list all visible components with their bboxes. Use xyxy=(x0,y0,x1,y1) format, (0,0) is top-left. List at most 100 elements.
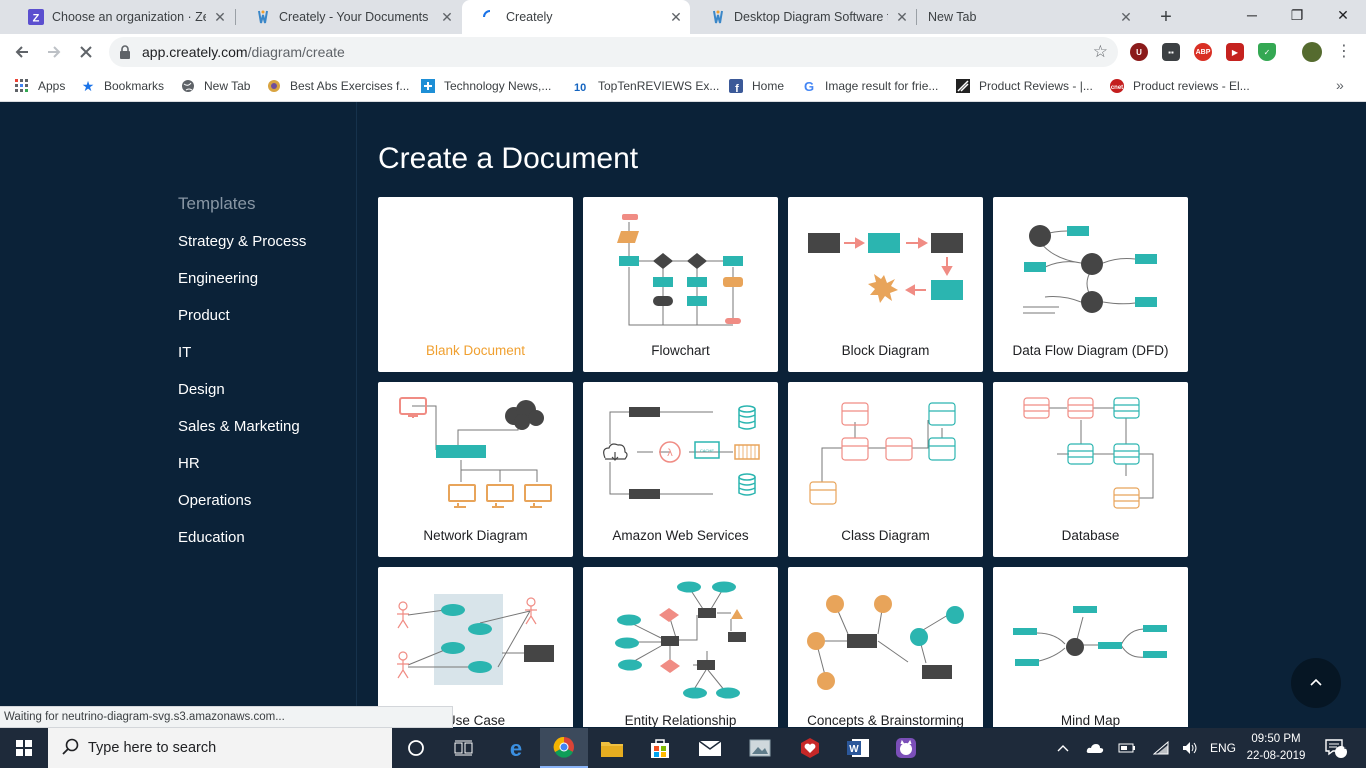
bookmark-new-tab[interactable]: New Tab xyxy=(180,77,250,95)
browser-menu-icon[interactable]: ⋮ xyxy=(1336,43,1352,61)
close-tab-icon[interactable]: ✕ xyxy=(662,9,690,26)
wifi-icon xyxy=(1153,741,1169,755)
volume-tray-icon[interactable] xyxy=(1180,728,1202,768)
taskbar-search-box[interactable]: Type here to search xyxy=(48,728,392,768)
close-tab-icon[interactable]: ✕ xyxy=(1112,9,1140,26)
url-text: app.creately.com/diagram/create xyxy=(142,44,345,60)
svg-text:f: f xyxy=(735,83,739,93)
adblock-plus-icon[interactable]: ABP xyxy=(1194,43,1212,61)
chrome-icon xyxy=(553,736,574,758)
category-hr[interactable]: HR xyxy=(178,455,200,472)
template-card-database[interactable]: Database xyxy=(993,382,1188,557)
taskbar-word[interactable]: W xyxy=(834,728,882,768)
bookmark-technology-news[interactable]: Technology News,... xyxy=(420,77,551,95)
template-card-entity-relationship[interactable]: Entity Relationship xyxy=(583,567,778,727)
zenhub-icon: Z xyxy=(28,9,44,25)
mail-envelope-icon xyxy=(698,740,722,756)
card-label: Concepts & Brainstorming xyxy=(807,713,964,727)
bookmark-bookmarks[interactable]: ★ Bookmarks xyxy=(80,77,164,95)
close-tab-icon[interactable]: ✕ xyxy=(433,9,461,26)
taskbar-store[interactable] xyxy=(636,728,684,768)
video-extension-icon[interactable]: ▶ xyxy=(1226,43,1244,61)
start-button[interactable] xyxy=(0,728,48,768)
new-tab-button[interactable]: + xyxy=(1154,4,1178,30)
database-thumbnail xyxy=(1023,397,1154,509)
minimize-button[interactable]: ─ xyxy=(1229,0,1275,30)
category-product[interactable]: Product xyxy=(178,307,230,324)
onedrive-tray-icon[interactable] xyxy=(1084,728,1106,768)
wifi-tray-icon[interactable] xyxy=(1150,728,1172,768)
category-it[interactable]: IT xyxy=(178,344,191,361)
bookmark-label: Best Abs Exercises f... xyxy=(290,79,410,93)
taskbar-chrome[interactable] xyxy=(540,728,588,768)
template-card-class-diagram[interactable]: Class Diagram xyxy=(788,382,983,557)
category-engineering[interactable]: Engineering xyxy=(178,270,258,287)
address-bar[interactable]: app.creately.com/diagram/create ☆ xyxy=(109,37,1118,67)
show-hidden-icons-button[interactable] xyxy=(1052,728,1074,768)
taskbar-edge[interactable]: e xyxy=(492,728,540,768)
category-strategy-process[interactable]: Strategy & Process xyxy=(178,233,306,250)
template-card-network-diagram[interactable]: Network Diagram xyxy=(378,382,573,557)
tab-title: New Tab xyxy=(928,10,977,24)
category-education[interactable]: Education xyxy=(178,529,245,546)
close-window-button[interactable]: ✕ xyxy=(1320,0,1366,30)
battery-tray-icon[interactable] xyxy=(1116,728,1138,768)
clock-date: 22-08-2019 xyxy=(1246,750,1306,762)
bookmark-product-reviews-1[interactable]: Product Reviews - |... xyxy=(955,77,1093,95)
category-sales-marketing[interactable]: Sales & Marketing xyxy=(178,418,300,435)
windows-taskbar: Type here to search e W ENG 09:50 PM 22-… xyxy=(0,728,1366,768)
category-operations[interactable]: Operations xyxy=(178,492,251,509)
bookmark-apps[interactable]: Apps xyxy=(14,77,65,95)
template-card-block-diagram[interactable]: Block Diagram xyxy=(788,197,983,372)
taskbar-file-explorer[interactable] xyxy=(588,728,636,768)
taskbar-health-app[interactable] xyxy=(786,728,834,768)
tab-creately-active[interactable]: Creately ✕ xyxy=(462,0,690,34)
star-icon: ★ xyxy=(81,77,95,94)
taskbar-mail[interactable] xyxy=(686,728,734,768)
bookmark-abs-exercises[interactable]: Best Abs Exercises f... xyxy=(266,77,409,95)
template-card-blank-document[interactable]: Blank Document xyxy=(378,197,573,372)
more-bookmarks-icon[interactable]: » xyxy=(1336,77,1344,93)
input-language-indicator[interactable]: ENG xyxy=(1208,728,1238,768)
back-button[interactable] xyxy=(8,38,36,66)
scroll-to-top-button[interactable] xyxy=(1291,658,1341,708)
card-label: Blank Document xyxy=(425,343,526,358)
action-center-button[interactable]: 5 xyxy=(1318,728,1354,768)
template-card-flowchart[interactable]: Flowchart xyxy=(583,197,778,372)
taskbar-photos[interactable] xyxy=(736,728,784,768)
template-card-data-flow-diagram[interactable]: Data Flow Diagram (DFD) xyxy=(993,197,1188,372)
battery-icon xyxy=(1118,743,1135,753)
bookmark-product-reviews-2[interactable]: cnet Product reviews - El... xyxy=(1109,77,1250,95)
category-design[interactable]: Design xyxy=(178,381,225,398)
bookmark-toptenreviews[interactable]: 10 TopTenREVIEWS Ex... xyxy=(574,77,719,95)
card-label: Class Diagram xyxy=(841,528,930,543)
template-card-aws[interactable]: λ CACHE Amazon Web Services xyxy=(583,382,778,557)
bookmark-label: Apps xyxy=(38,79,66,93)
tab-creately-documents[interactable]: Creately - Your Documents ✕ xyxy=(235,0,461,34)
ublock-extension-icon[interactable]: U xyxy=(1130,43,1148,61)
creately-icon xyxy=(255,9,271,25)
cloud-icon xyxy=(1086,744,1104,753)
profile-avatar[interactable] xyxy=(1302,42,1322,62)
taskbar-github-desktop[interactable] xyxy=(882,728,930,768)
taskbar-clock[interactable]: 09:50 PM 22-08-2019 xyxy=(1244,731,1308,765)
tab-zenhub[interactable]: Z Choose an organization · ZenH ✕ xyxy=(8,0,234,34)
template-card-concepts-brainstorming[interactable]: Concepts & Brainstorming xyxy=(788,567,983,727)
search-placeholder: Type here to search xyxy=(88,740,217,756)
extension-icon[interactable]: ▪▪ xyxy=(1162,43,1180,61)
tab-desktop-diagram[interactable]: Desktop Diagram Software for ✕ xyxy=(690,0,916,34)
template-card-mind-map[interactable]: Mind Map xyxy=(993,567,1188,727)
bookmark-star-icon[interactable]: ☆ xyxy=(1093,42,1108,62)
template-card-use-case[interactable]: Use Case xyxy=(378,567,573,727)
close-tab-icon[interactable]: ✕ xyxy=(206,9,234,26)
stop-loading-button[interactable] xyxy=(72,38,100,66)
forward-button[interactable] xyxy=(40,38,68,66)
bookmark-facebook-home[interactable]: f Home xyxy=(728,77,784,95)
task-view-cortana-button[interactable] xyxy=(392,728,440,768)
shield-extension-icon[interactable]: ✓ xyxy=(1258,43,1276,61)
maximize-button[interactable]: ❐ xyxy=(1274,0,1320,30)
tab-new-tab[interactable]: New Tab ✕ xyxy=(908,0,1140,34)
bookmark-image-result[interactable]: G Image result for frie... xyxy=(801,77,938,95)
loading-spinner-icon xyxy=(482,9,498,25)
task-view-button[interactable] xyxy=(440,728,488,768)
